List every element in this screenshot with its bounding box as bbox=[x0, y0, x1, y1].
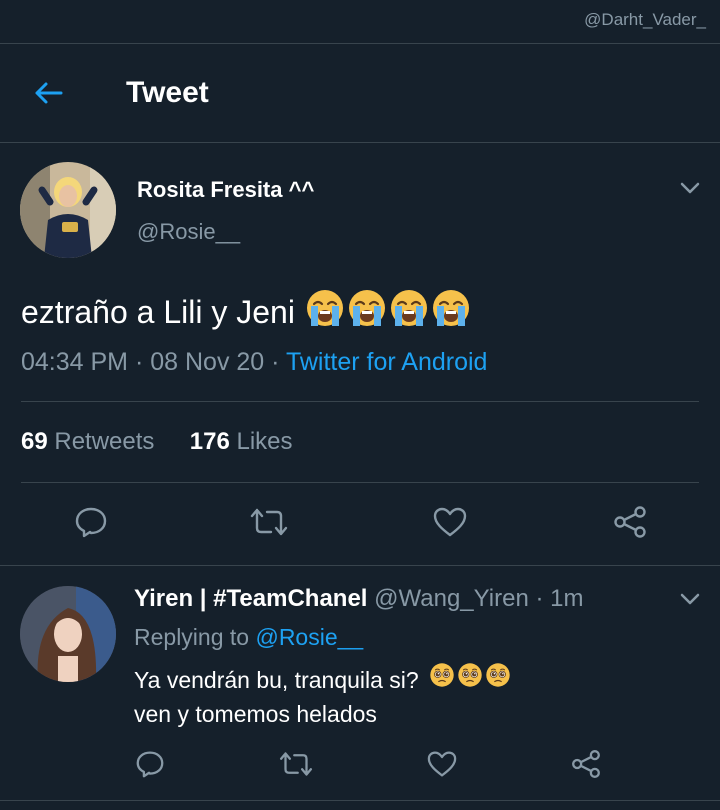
meta-separator: · bbox=[264, 348, 286, 376]
tweet-menu-button[interactable] bbox=[678, 176, 702, 200]
loudly-crying-face-icon bbox=[431, 288, 471, 336]
pleading-face-icon bbox=[457, 662, 483, 697]
reply-line-1: Ya vendrán bu, tranquila si? bbox=[134, 666, 419, 693]
tweet-source-link[interactable]: Twitter for Android bbox=[286, 348, 487, 376]
divider bbox=[21, 401, 699, 402]
reply-author-avatar[interactable] bbox=[20, 586, 116, 682]
watermark-handle: @Darht_Vader_ bbox=[584, 10, 706, 29]
reply-menu-button[interactable] bbox=[678, 587, 702, 611]
tweet-emojis bbox=[305, 288, 471, 336]
tweet-meta: 04:34 PM · 08 Nov 20 · Twitter for Andro… bbox=[21, 348, 487, 377]
divider bbox=[21, 482, 699, 483]
loudly-crying-face-icon bbox=[389, 288, 429, 336]
back-arrow-icon bbox=[35, 82, 63, 104]
tweet-body: eztraño a Lili y Jeni bbox=[21, 293, 295, 330]
chevron-down-icon bbox=[680, 182, 700, 194]
pleading-face-icon bbox=[429, 662, 455, 697]
meta-separator: · bbox=[128, 348, 151, 376]
replying-mention-link[interactable]: @Rosie__ bbox=[255, 624, 363, 650]
reply-retweet-button[interactable] bbox=[276, 744, 316, 784]
retweets-count: 69 bbox=[21, 428, 48, 455]
chevron-down-icon bbox=[680, 593, 700, 605]
likes-stat[interactable]: 176 Likes bbox=[190, 428, 293, 455]
reply-button[interactable] bbox=[71, 502, 111, 542]
page-title: Tweet bbox=[126, 76, 209, 109]
bottom-divider bbox=[0, 800, 720, 801]
loudly-crying-face-icon bbox=[347, 288, 387, 336]
tweet-stats: 69 Retweets 176 Likes bbox=[21, 428, 293, 456]
reply-reply-button[interactable] bbox=[130, 744, 170, 784]
replying-to: Replying to @Rosie__ bbox=[134, 624, 363, 651]
likes-label: Likes bbox=[236, 428, 293, 455]
reply-icon bbox=[75, 507, 107, 538]
retweets-label: Retweets bbox=[54, 428, 155, 455]
like-button[interactable] bbox=[430, 502, 470, 542]
author-name[interactable]: Rosita Fresita ^^ bbox=[137, 177, 314, 203]
loudly-crying-face-icon bbox=[305, 288, 345, 336]
author-avatar[interactable] bbox=[20, 162, 116, 258]
reply-like-button[interactable] bbox=[422, 744, 462, 784]
retweet-icon bbox=[250, 508, 288, 536]
tweet-date: 08 Nov 20 bbox=[150, 348, 265, 376]
reply-emojis bbox=[429, 662, 511, 697]
reply-author-handle[interactable]: @Wang_Yiren bbox=[374, 585, 529, 612]
retweet-icon bbox=[279, 752, 313, 776]
section-divider bbox=[0, 565, 720, 566]
header-divider bbox=[0, 142, 720, 143]
share-button[interactable] bbox=[610, 502, 650, 542]
pleading-face-icon bbox=[485, 662, 511, 697]
retweet-button[interactable] bbox=[249, 502, 289, 542]
tweet-time: 04:34 PM bbox=[21, 348, 129, 376]
author-handle[interactable]: @Rosie__ bbox=[137, 219, 240, 245]
back-arrow-button[interactable] bbox=[30, 76, 66, 110]
reply-time: · 1m bbox=[535, 585, 584, 612]
likes-count: 176 bbox=[189, 428, 230, 455]
retweets-stat[interactable]: 69 Retweets bbox=[21, 428, 154, 455]
share-icon bbox=[614, 506, 646, 538]
reply-text: Ya vendrán bu, tranquila si? ven y tomem… bbox=[134, 662, 511, 731]
reply-author-name[interactable]: Yiren | #TeamChanel bbox=[134, 585, 367, 612]
heart-icon bbox=[433, 507, 467, 537]
tweet-text: eztraño a Lili y Jeni bbox=[21, 288, 471, 336]
reply-share-button[interactable] bbox=[566, 744, 606, 784]
reply-line-2: ven y tomemos helados bbox=[134, 701, 377, 727]
heart-icon bbox=[427, 751, 457, 777]
replying-prefix: Replying to bbox=[134, 624, 250, 650]
reply-header: Yiren | #TeamChanel @Wang_Yiren · 1m bbox=[134, 585, 583, 613]
share-icon bbox=[572, 750, 600, 778]
header: Tweet bbox=[0, 44, 720, 142]
reply-icon bbox=[136, 751, 164, 778]
